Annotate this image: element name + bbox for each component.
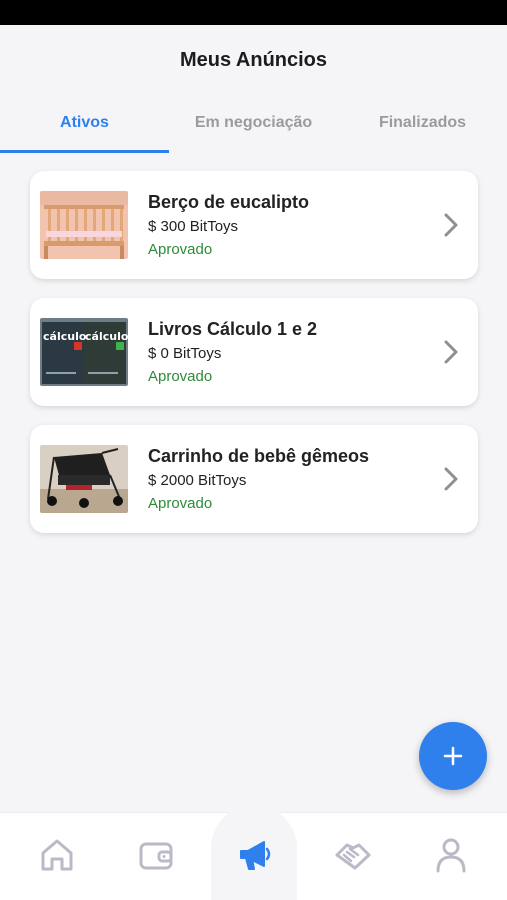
header: Meus Anúncios <box>0 25 507 95</box>
listing-status: Aprovado <box>148 241 213 258</box>
nav-home[interactable] <box>35 833 79 877</box>
add-listing-button[interactable] <box>419 722 487 790</box>
chevron-right-icon <box>444 467 458 491</box>
crib-photo <box>40 191 128 259</box>
calculus-books-photo: cálculo cálculo <box>40 318 128 386</box>
nav-negotiations[interactable] <box>331 833 375 877</box>
book-cover-text: cálculo <box>43 330 87 343</box>
nav-profile[interactable] <box>429 833 473 877</box>
tab-em-negociacao[interactable]: Em negociação <box>169 95 338 151</box>
home-icon <box>41 839 73 871</box>
listing-title: Berço de eucalipto <box>148 192 310 212</box>
listing-price: $ 300 BitToys <box>148 218 239 235</box>
listing-card[interactable]: Carrinho de bebê gêmeos $ 2000 BitToys A… <box>30 425 478 533</box>
wallet-icon <box>139 842 173 870</box>
plus-icon <box>443 746 463 766</box>
nav-wallet[interactable] <box>134 833 178 877</box>
twin-stroller-photo <box>40 445 128 513</box>
chevron-right-icon <box>444 340 458 364</box>
book-cover-text: cálculo <box>85 330 128 343</box>
listing-title: Carrinho de bebê gêmeos <box>148 446 370 466</box>
listing-status: Aprovado <box>148 368 213 385</box>
handshake-icon <box>335 843 371 870</box>
tab-ativos[interactable]: Ativos <box>0 95 169 153</box>
user-icon <box>436 838 466 873</box>
status-bar <box>0 0 507 25</box>
listing-info: Berço de eucalipto $ 300 BitToys Aprovad… <box>148 192 309 258</box>
listing-list: Berço de eucalipto $ 300 BitToys Aprovad… <box>30 171 478 552</box>
nav-my-listings[interactable] <box>232 833 276 877</box>
page-title: Meus Anúncios <box>179 48 328 71</box>
listing-status: Aprovado <box>148 495 213 512</box>
tab-finalizados[interactable]: Finalizados <box>338 95 507 151</box>
listing-info: Carrinho de bebê gêmeos $ 2000 BitToys A… <box>148 446 369 512</box>
listing-card[interactable]: Berço de eucalipto $ 300 BitToys Aprovad… <box>30 171 478 279</box>
listing-price: $ 0 BitToys <box>148 345 222 362</box>
listing-card[interactable]: cálculo cálculo Livros Cálculo 1 e 2 $ 0… <box>30 298 478 406</box>
bottom-nav <box>0 805 507 900</box>
chevron-right-icon <box>444 213 458 237</box>
listing-title: Livros Cálculo 1 e 2 <box>148 319 318 339</box>
tab-bar: Ativos Em negociação Finalizados <box>0 95 507 153</box>
listing-price: $ 2000 BitToys <box>148 472 247 489</box>
megaphone-icon <box>240 841 271 870</box>
listing-info: Livros Cálculo 1 e 2 $ 0 BitToys Aprovad… <box>148 319 317 385</box>
